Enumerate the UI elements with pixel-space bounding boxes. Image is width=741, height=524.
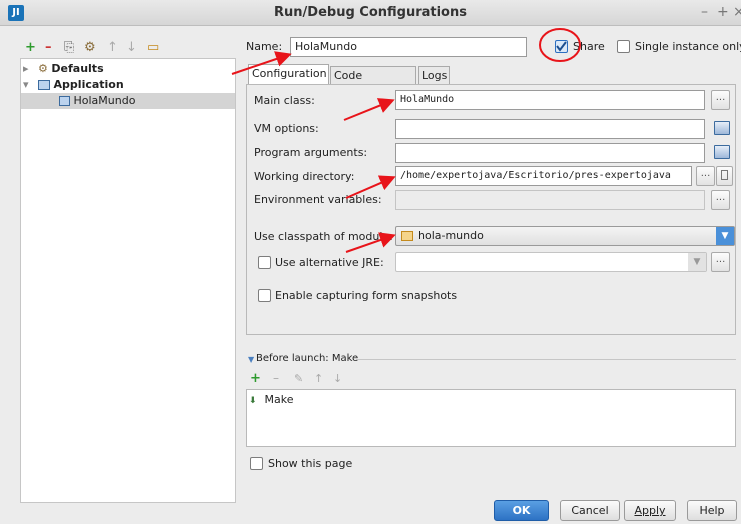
classpath-module-label: Use classpath of module:: [254, 230, 393, 243]
module-icon: [401, 231, 413, 241]
remove-task-icon[interactable]: –: [273, 371, 279, 385]
copy-icon[interactable]: ⎘: [64, 40, 74, 55]
move-down-icon[interactable]: ↓: [333, 372, 342, 385]
before-launch-list: ⬇ Make: [246, 389, 736, 447]
move-down-icon[interactable]: ↓: [126, 40, 137, 55]
wrench-icon[interactable]: ⚙: [84, 40, 96, 55]
name-label: Name:: [246, 40, 283, 53]
vm-options-input[interactable]: [395, 119, 705, 139]
tree-item-holamundo[interactable]: HolaMundo: [21, 93, 235, 109]
environment-variables-browse-button[interactable]: ...: [711, 190, 730, 210]
main-class-browse-button[interactable]: ...: [711, 90, 730, 110]
program-arguments-input[interactable]: [395, 143, 705, 163]
cancel-button[interactable]: Cancel: [560, 500, 620, 521]
capture-snapshots-checkbox[interactable]: [258, 289, 271, 302]
list-item[interactable]: ⬇ Make: [249, 393, 293, 406]
tree-item-label: Application: [53, 78, 124, 91]
remove-icon[interactable]: –: [45, 40, 52, 55]
tab-code-coverage[interactable]: Code Coverage: [330, 66, 416, 99]
single-instance-label: Single instance only: [635, 40, 741, 53]
program-arguments-label: Program arguments:: [254, 146, 368, 159]
add-icon[interactable]: +: [25, 40, 36, 55]
folder-icon[interactable]: ▭: [147, 40, 159, 55]
window-title: Run/Debug Configurations: [274, 5, 467, 20]
classpath-module-select[interactable]: hola-mundo ▼: [395, 226, 735, 246]
add-task-icon[interactable]: +: [250, 371, 261, 386]
alternative-jre-browse-button[interactable]: ...: [711, 252, 730, 272]
move-up-icon[interactable]: ↑: [314, 372, 323, 385]
edit-task-icon[interactable]: ✎: [294, 372, 303, 385]
tree-item-application[interactable]: ▾ Application: [23, 77, 124, 93]
show-page-checkbox[interactable]: [250, 457, 263, 470]
tree-item-label: HolaMundo: [73, 94, 136, 107]
title-bar: JI Run/Debug Configurations – + ×: [0, 0, 741, 26]
classpath-module-value: hola-mundo: [418, 229, 484, 242]
tab-configuration[interactable]: Configuration: [248, 64, 329, 85]
working-directory-input[interactable]: /home/expertojava/Escritorio/pres-expert…: [395, 166, 692, 186]
tree-item-defaults[interactable]: ▸ ⚙ Defaults: [23, 61, 104, 77]
checkmark-icon: [556, 41, 567, 52]
close-icon[interactable]: ×: [733, 4, 741, 20]
maximize-icon[interactable]: +: [717, 4, 729, 20]
minimize-icon[interactable]: –: [701, 4, 708, 20]
alternative-jre-checkbox[interactable]: [258, 256, 271, 269]
application-icon: [38, 80, 51, 90]
chevron-down-icon: ▼: [688, 253, 706, 271]
main-class-label: Main class:: [254, 94, 315, 107]
working-directory-label: Working directory:: [254, 170, 355, 183]
collapse-icon[interactable]: ▼: [248, 355, 254, 364]
ok-button[interactable]: OK: [494, 500, 549, 521]
help-button[interactable]: Help: [687, 500, 737, 521]
working-directory-browse-button[interactable]: ...: [696, 166, 715, 186]
make-icon: ⬇: [249, 396, 257, 406]
name-input[interactable]: HolaMundo: [290, 37, 527, 57]
list-item-label: Make: [264, 393, 294, 406]
vm-options-label: VM options:: [254, 122, 319, 135]
class-icon: [59, 96, 70, 106]
collapse-icon[interactable]: ▾: [23, 78, 29, 91]
share-checkbox[interactable]: [555, 40, 568, 53]
alternative-jre-label: Use alternative JRE:: [275, 256, 384, 269]
share-label: Share: [573, 40, 605, 53]
expand-editor-icon[interactable]: [714, 145, 730, 159]
macro-icon[interactable]: [716, 166, 733, 186]
alternative-jre-select[interactable]: ▼: [395, 252, 707, 272]
single-instance-checkbox[interactable]: [617, 40, 630, 53]
environment-variables-label: Environment variables:: [254, 193, 382, 206]
apply-button[interactable]: Apply: [624, 500, 676, 521]
tree-item-label: Defaults: [51, 62, 104, 75]
main-class-input[interactable]: HolaMundo: [395, 90, 705, 110]
separator: [356, 359, 736, 360]
wrench-icon: ⚙: [38, 62, 48, 75]
chevron-down-icon: ▼: [716, 227, 734, 245]
environment-variables-input[interactable]: [395, 190, 705, 210]
tab-logs[interactable]: Logs: [418, 66, 450, 85]
move-up-icon[interactable]: ↑: [107, 40, 118, 55]
configuration-tree: ▸ ⚙ Defaults ▾ Application HolaMundo: [20, 58, 236, 503]
show-page-label: Show this page: [268, 457, 353, 470]
expand-icon[interactable]: ▸: [23, 62, 29, 75]
expand-editor-icon[interactable]: [714, 121, 730, 135]
before-launch-header: Before launch: Make: [256, 353, 359, 364]
capture-snapshots-label: Enable capturing form snapshots: [275, 289, 458, 302]
